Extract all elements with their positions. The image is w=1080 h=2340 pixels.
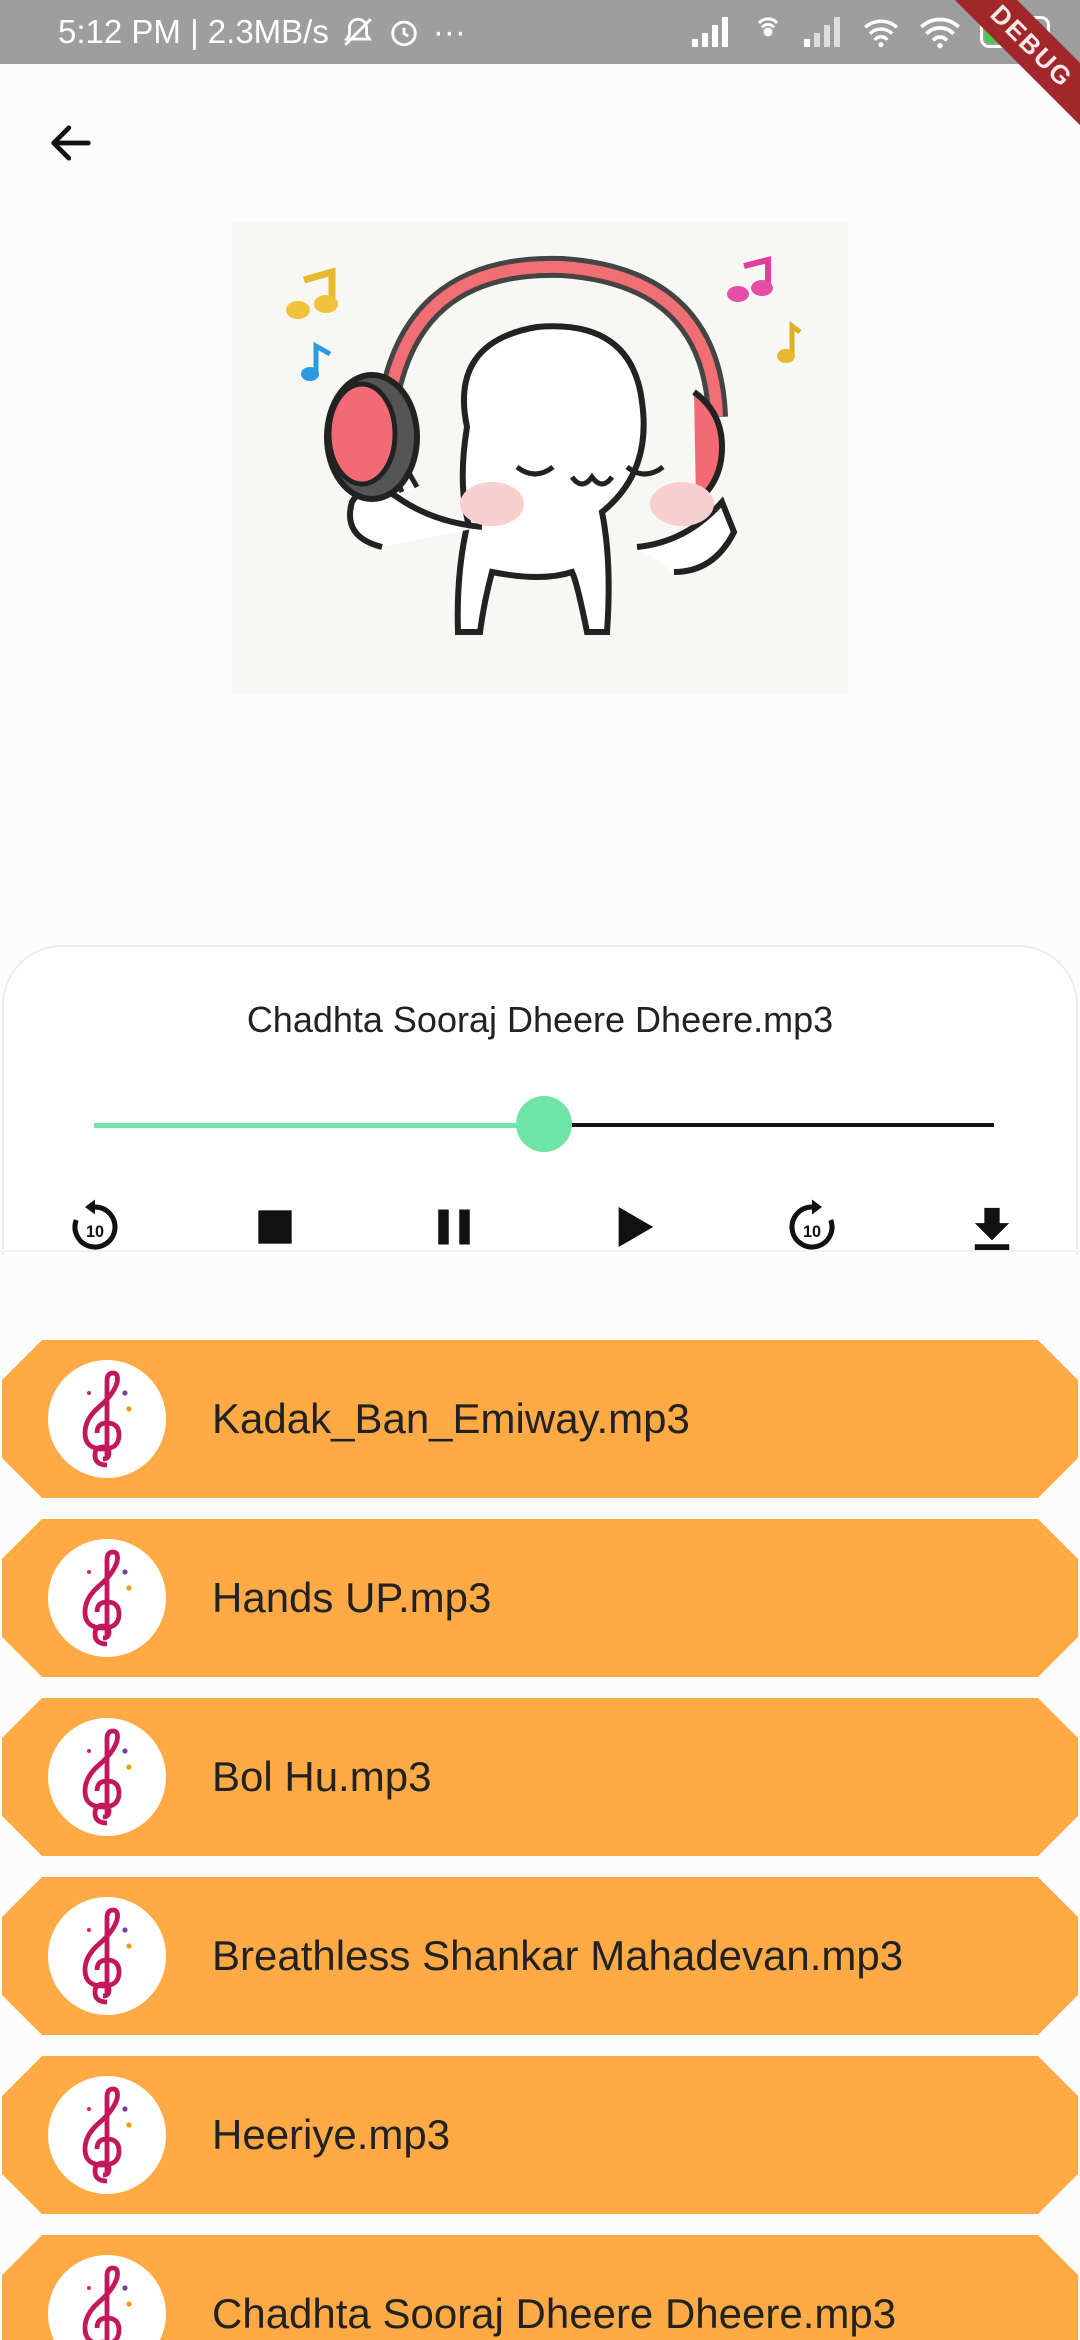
slider-track-remaining	[544, 1123, 994, 1127]
rewind-10-label: 10	[86, 1223, 104, 1241]
treble-clef-icon	[82, 1549, 132, 1647]
song-item[interactable]: Hands UP.mp3	[2, 1519, 1078, 1677]
playback-controls: 10 10	[4, 1192, 1076, 1257]
song-avatar	[48, 1897, 166, 2015]
treble-clef-icon	[82, 1370, 132, 1468]
song-title: Heeriye.mp3	[212, 2111, 451, 2158]
signal2-icon	[804, 17, 844, 47]
song-item[interactable]: Breathless Shankar Mahadevan.mp3	[2, 1877, 1078, 2035]
music-note-pink-icon	[727, 256, 773, 302]
treble-clef-icon	[82, 1907, 132, 2005]
status-bar: 5:12 PM | 2.3MB/s ··· 78 DEBUG	[0, 0, 1080, 140]
song-avatar	[48, 1718, 166, 1836]
album-artwork	[232, 222, 848, 694]
back-button[interactable]	[38, 110, 104, 176]
forward-10-icon: 10	[789, 1199, 835, 1250]
song-title: Bol Hu.mp3	[212, 1753, 432, 1800]
song-item[interactable]: Chadhta Sooraj Dheere Dheere.mp3	[2, 2235, 1078, 2340]
song-avatar	[48, 1360, 166, 1478]
slider-thumb[interactable]	[516, 1096, 572, 1152]
stop-icon	[258, 1210, 292, 1244]
wifi2-icon	[918, 15, 962, 49]
treble-clef-icon	[82, 2265, 132, 2340]
arrow-left-icon	[51, 125, 91, 161]
treble-clef-icon	[82, 2086, 132, 2184]
mute-icon	[341, 15, 375, 49]
pause-icon	[438, 1209, 470, 1245]
treble-clef-icon	[82, 1728, 132, 1826]
hotspot-icon	[750, 14, 786, 50]
replay-10-icon: 10	[72, 1199, 118, 1250]
song-item[interactable]: Kadak_Ban_Emiway.mp3	[2, 1340, 1078, 1498]
music-note-gold-icon	[777, 321, 802, 363]
song-title: Hands UP.mp3	[212, 1574, 492, 1621]
play-icon	[618, 1207, 654, 1247]
download-icon	[974, 1207, 1010, 1250]
forward-10-label: 10	[803, 1223, 821, 1241]
status-time-speed: 5:12 PM | 2.3MB/s	[58, 13, 329, 50]
song-title: Kadak_Ban_Emiway.mp3	[212, 1395, 690, 1442]
panel-divider	[0, 1250, 1080, 1252]
status-more: ···	[432, 13, 466, 50]
alarm-icon	[387, 15, 421, 49]
status-left: 5:12 PM | 2.3MB/s ···	[58, 13, 466, 51]
now-playing-title: Chadhta Sooraj Dheere Dheere.mp3	[246, 999, 834, 1040]
song-title: Chadhta Sooraj Dheere Dheere.mp3	[212, 2290, 897, 2337]
song-title: Breathless Shankar Mahadevan.mp3	[212, 1932, 904, 1979]
player-panel: Chadhta Sooraj Dheere Dheere.mp3 10 10	[2, 945, 1078, 1255]
slider-track-active	[94, 1123, 544, 1128]
song-avatar	[48, 2076, 166, 2194]
song-item[interactable]: Bol Hu.mp3	[2, 1698, 1078, 1856]
wifi-icon	[862, 16, 900, 48]
headphones-bear-illustration	[286, 255, 802, 635]
signal-icon	[692, 17, 732, 47]
song-item[interactable]: Heeriye.mp3	[2, 2056, 1078, 2214]
progress-slider[interactable]	[94, 1095, 994, 1155]
song-avatar	[48, 1539, 166, 1657]
music-note-blue-icon	[301, 341, 332, 381]
music-note-yellow-icon	[286, 267, 338, 319]
